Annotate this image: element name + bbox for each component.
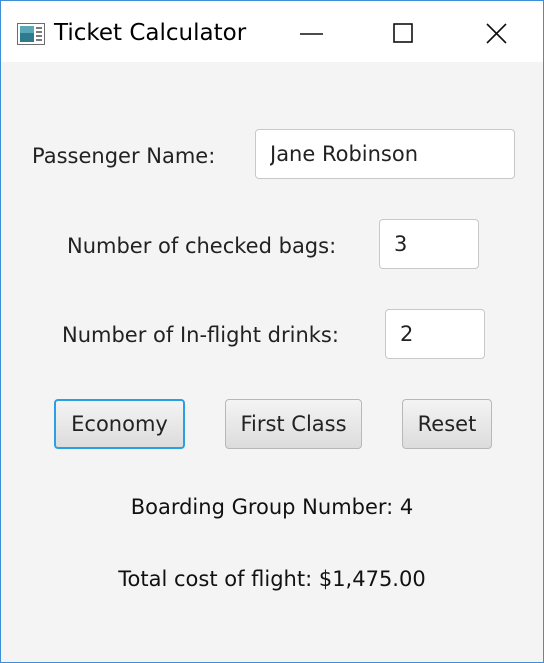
inflight-drinks-label: Number of In-flight drinks: bbox=[62, 323, 339, 347]
title-bar[interactable]: Ticket Calculator bbox=[1, 1, 543, 62]
total-cost-text: Total cost of flight: $1,475.00 bbox=[118, 567, 426, 591]
inflight-drinks-input[interactable] bbox=[385, 309, 485, 359]
checked-bags-input[interactable] bbox=[379, 219, 479, 269]
minimize-icon[interactable] bbox=[299, 21, 325, 47]
maximize-icon[interactable] bbox=[391, 21, 417, 47]
passenger-name-label: Passenger Name: bbox=[32, 144, 216, 168]
checked-bags-label: Number of checked bags: bbox=[67, 234, 337, 258]
close-icon[interactable] bbox=[484, 21, 510, 47]
reset-button[interactable]: Reset bbox=[402, 399, 492, 449]
boarding-group-text: Boarding Group Number: 4 bbox=[130, 495, 414, 519]
economy-button[interactable]: Economy bbox=[54, 399, 185, 449]
window-title: Ticket Calculator bbox=[54, 20, 247, 46]
passenger-name-input[interactable] bbox=[255, 129, 515, 179]
app-icon bbox=[17, 23, 45, 45]
app-window: Ticket Calculator Passenger Name: Number… bbox=[0, 0, 544, 663]
first-class-button[interactable]: First Class bbox=[225, 399, 362, 449]
